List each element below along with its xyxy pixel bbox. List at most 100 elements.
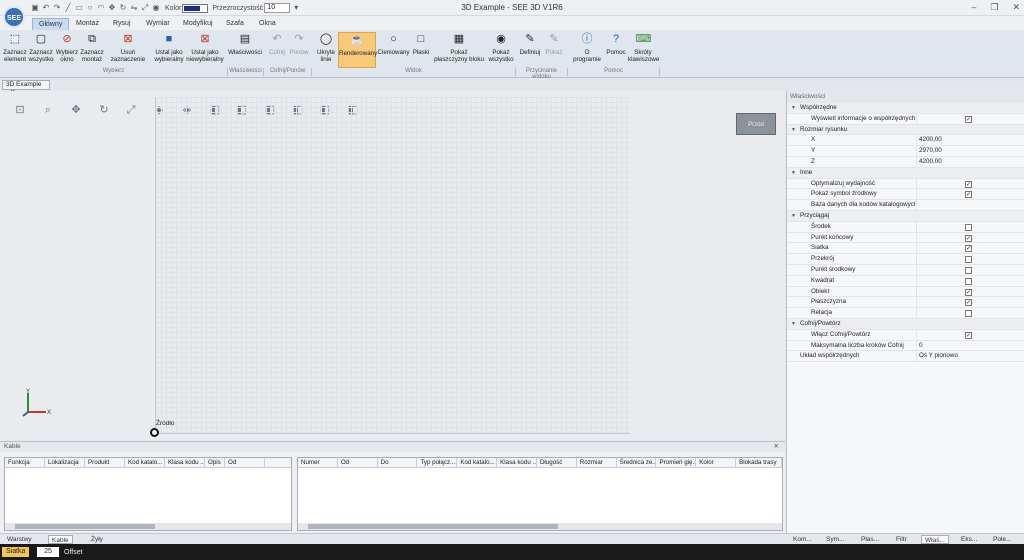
view-cube[interactable]: Przód [736,113,776,135]
property-row[interactable]: Y 2970,00 [787,146,1024,157]
column-header[interactable]: Typ połącz... [417,458,458,467]
property-row[interactable]: Włącz Cofnij/Powtórz ✓ [787,329,1024,341]
checkbox[interactable]: ✓ [965,299,972,307]
zoom-icon[interactable]: ⌕ [41,103,55,117]
about-button[interactable]: ⓘ O programie [570,32,604,68]
snap-toggle[interactable]: Siatka [2,547,30,557]
orbit-icon[interactable]: ↻ [97,103,111,117]
checkbox[interactable]: ✓ [965,288,972,296]
property-value[interactable]: ✓ [916,286,1017,297]
horizontal-scrollbar[interactable] [5,523,291,530]
property-value[interactable] [916,275,1017,286]
property-value[interactable]: ✓ [916,189,1017,200]
fit-view-icon[interactable]: ⤢ [124,103,138,117]
property-row[interactable]: Siatka ✓ [787,243,1024,255]
checkbox[interactable]: ✓ [965,245,972,253]
property-value[interactable] [916,221,1017,232]
property-value[interactable]: 0 [916,340,1017,351]
collapse-arrow-icon[interactable]: ▼ [791,125,796,136]
property-row[interactable]: Relacja [787,308,1024,319]
document-tab[interactable]: 3D Example ✕ [2,80,50,96]
redo-button[interactable]: ↷ Ponów [288,32,310,68]
checkbox[interactable]: ✓ [965,115,972,123]
property-row[interactable]: Maksymalna liczba kroków Cofnij 0 [787,340,1024,352]
property-row[interactable]: Baza danych dla kodów katalogowych [787,200,1024,211]
panel-close-icon[interactable]: ✕ [774,442,779,452]
drawing-grid[interactable] [155,97,630,434]
property-value[interactable]: ✓ [916,329,1017,340]
checkbox[interactable] [965,266,972,274]
show-all-button[interactable]: ◉ Pokaż wszystko [487,32,515,68]
column-header[interactable]: Kod katalo... [457,458,498,467]
define-clip-button[interactable]: ✎ Definiuj [518,32,542,68]
tab-plas[interactable]: Płas... [858,535,882,544]
property-category[interactable]: ▼ Współrzędne [787,103,1024,114]
property-row[interactable]: Płaszczyzna ✓ [787,297,1024,309]
tab-wymiar[interactable]: Wymiar [140,18,176,30]
horizontal-scrollbar[interactable] [298,523,782,530]
property-category[interactable]: ▼ Rozmiar rysunku [787,124,1024,136]
property-category[interactable]: ▼ Przyciągaj [787,210,1024,222]
column-header[interactable]: Funkcja [5,458,45,467]
property-category[interactable]: ▼ Cofnij/Powtórz [787,318,1024,330]
collapse-arrow-icon[interactable]: ▼ [791,211,796,222]
tab-sym[interactable]: Sym... [823,535,847,544]
checkbox[interactable]: ✓ [965,191,972,199]
column-header[interactable]: Do [378,458,418,467]
restore-icon[interactable]: ❐ [990,2,998,13]
tab-okna[interactable]: Okna [253,18,282,30]
minimize-icon[interactable]: – [971,2,976,13]
column-header[interactable]: Od [338,458,378,467]
tab-kom[interactable]: Kom... [790,535,815,544]
properties-button[interactable]: ▤ Właściwości [228,32,262,68]
collapse-arrow-icon[interactable]: ▼ [791,168,796,179]
property-value[interactable] [916,308,1017,318]
property-row[interactable]: Punkt środkowy [787,264,1024,276]
column-header[interactable]: Od [225,458,265,467]
tab-pole[interactable]: Pole... [990,535,1014,544]
property-value[interactable]: 4200,00 [916,156,1017,167]
column-header[interactable]: Klasa kodu ... [497,458,537,467]
collapse-arrow-icon[interactable]: ▼ [791,103,796,114]
shaded-button[interactable]: ○ Cieniowany [377,32,410,68]
tab-eks[interactable]: Eks... [958,535,980,544]
tab-filtr[interactable]: Filtr [893,535,910,544]
app-logo[interactable]: SEE 3D [3,6,25,44]
property-value[interactable]: ✓ [916,243,1017,254]
set-unselectable-button[interactable]: ⊠ Ustal jako niewybieralny [186,32,224,68]
column-header[interactable]: Numer [298,458,338,467]
select-window-button[interactable]: ⊘ Wybierz okno [54,32,80,68]
tab-wlas[interactable]: Właś... [921,535,949,544]
property-value[interactable] [916,254,1017,264]
zoom-window-icon[interactable]: ⊡ [13,103,27,117]
property-value[interactable] [916,200,1017,210]
checkbox[interactable] [965,256,972,264]
checkbox[interactable] [965,223,972,231]
cable-table[interactable]: Funkcja Lokalizacja Produkt Kod katalo... Kl… [4,457,292,531]
flat-button[interactable]: □ Płaski [410,32,432,68]
property-row[interactable]: X 4200,00 [787,135,1024,147]
tab-warstwy[interactable]: Warstwy [4,535,35,544]
property-value[interactable]: 4200,00 [916,135,1017,146]
property-row[interactable]: Kwadrat [787,275,1024,287]
show-block-planes-button[interactable]: ▦ Pokaż płaszczyzny bloku [433,32,485,68]
undo-button[interactable]: ↶ Cofnij [266,32,288,68]
property-value[interactable]: ✓ [916,232,1017,243]
property-row[interactable]: Przekrój [787,254,1024,265]
set-selectable-button[interactable]: ■ Ustal jako wybieralny [154,32,184,68]
clear-selection-button[interactable]: ⊠ Usuń zaznaczenie [104,32,152,68]
column-header[interactable]: Kolor [696,458,737,467]
checkbox[interactable] [965,310,972,318]
property-value[interactable]: ✓ [916,113,1017,124]
property-row[interactable]: Wyświetl informacje o współrzędnych ✓ [787,113,1024,125]
property-category[interactable]: ▼ Inne [787,167,1024,179]
snap-value-input[interactable]: 25 [37,547,59,557]
checkbox[interactable]: ✓ [965,180,972,188]
property-value[interactable]: Oś Y pionowo [916,351,1017,362]
select-all-button[interactable]: ▢ Zaznacz wszystko [28,32,54,68]
tab-montaz[interactable]: Montaż [70,18,105,30]
select-assembly-button[interactable]: ⧉ Zaznacz montaż [80,32,104,68]
tab-zyly[interactable]: Żyły [88,535,106,544]
collapse-arrow-icon[interactable]: ▼ [791,319,796,330]
close-icon[interactable]: ✕ [1012,2,1020,13]
